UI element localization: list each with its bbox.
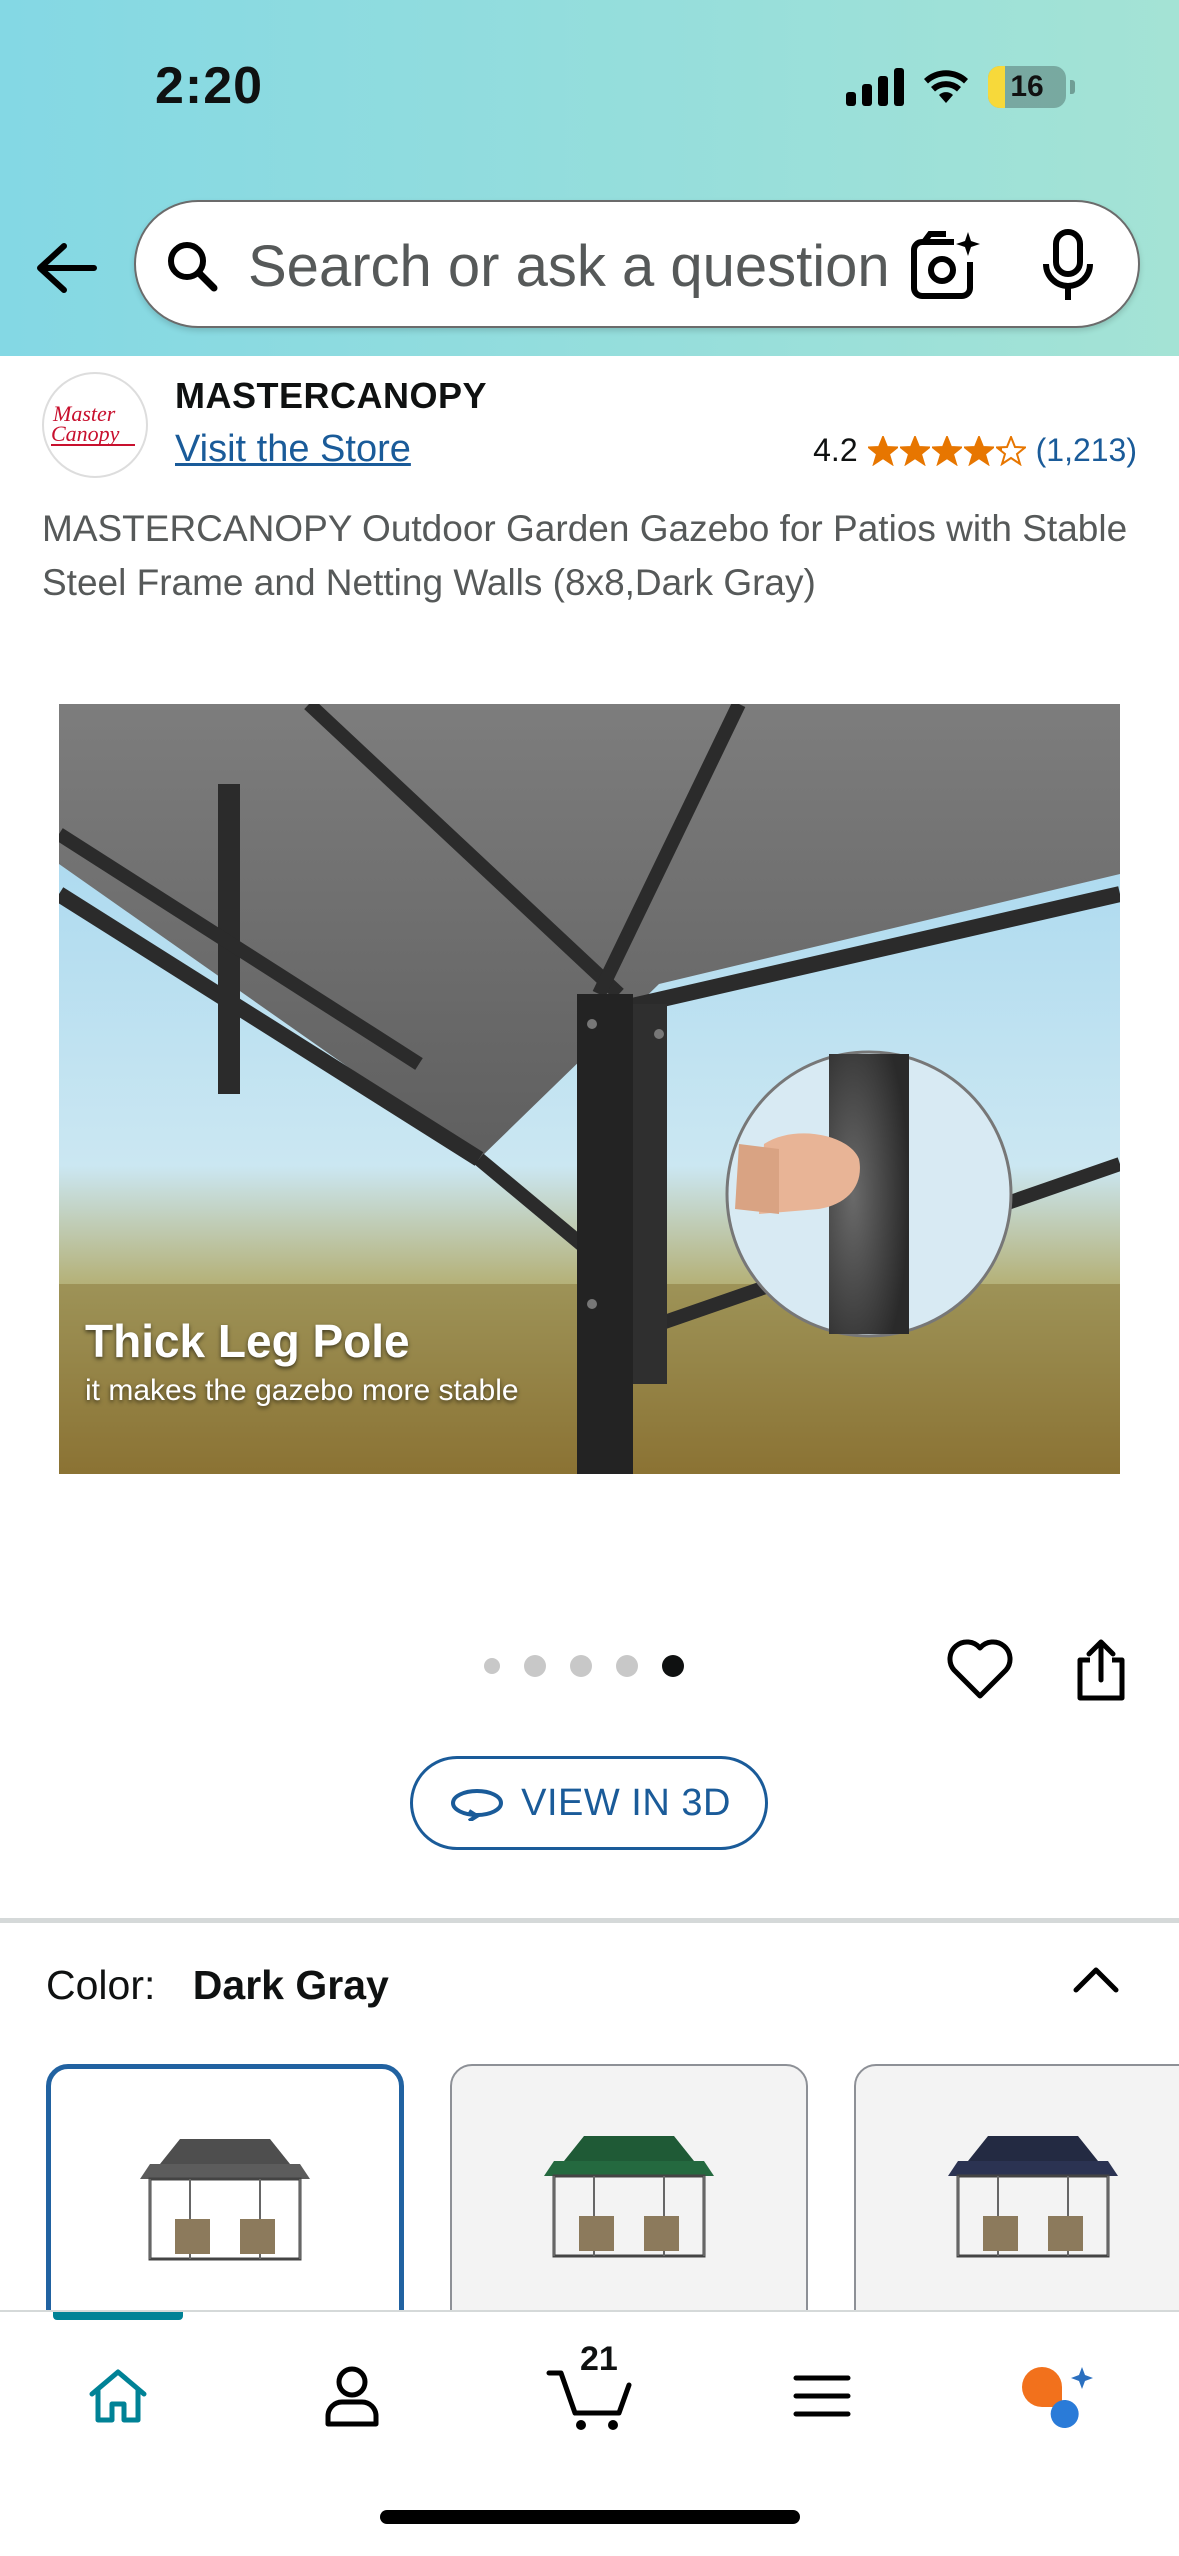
arrow-left-icon <box>37 243 97 293</box>
nav-home[interactable] <box>68 2348 168 2444</box>
brand-name: MASTERCANOPY <box>175 375 488 416</box>
search-input[interactable] <box>248 228 928 304</box>
carousel-dot[interactable] <box>616 1655 638 1677</box>
image-caption-title: Thick Leg Pole <box>85 1315 410 1367</box>
back-button[interactable] <box>30 232 102 304</box>
rufus-ai-icon <box>1022 2367 1093 2428</box>
rating-summary[interactable]: 4.2 (1,213) <box>813 432 1137 469</box>
cellular-signal-icon <box>846 68 904 106</box>
home-indicator <box>380 2510 800 2524</box>
svg-text:Canopy: Canopy <box>51 421 120 446</box>
app-header: 2:20 16 <box>0 0 1179 356</box>
mastercanopy-logo: Master Canopy <box>51 401 135 446</box>
carousel-dot[interactable] <box>570 1655 592 1677</box>
nav-cart[interactable]: 21 <box>540 2340 640 2444</box>
view-in-3d-button[interactable]: VIEW IN 3D <box>410 1756 768 1850</box>
nav-active-indicator <box>53 2312 183 2320</box>
wifi-icon <box>924 70 968 103</box>
color-selector-header[interactable]: Color: Dark Gray <box>46 1962 389 2009</box>
battery-nub <box>1070 80 1075 94</box>
product-title: MASTERCANOPY Outdoor Garden Gazebo for P… <box>42 508 1128 603</box>
visit-store-link[interactable]: Visit the Store <box>175 428 411 471</box>
star-icon <box>867 435 898 466</box>
rotate-3d-icon <box>451 1789 504 1821</box>
review-count[interactable]: (1,213) <box>1036 432 1137 469</box>
star-icon <box>995 435 1026 466</box>
color-swatch-dark-gray[interactable] <box>46 2064 404 2314</box>
carousel-dot-active[interactable] <box>662 1655 684 1677</box>
battery-level: 16 <box>1010 70 1044 103</box>
carousel-dot[interactable] <box>524 1655 546 1677</box>
search-bar[interactable] <box>134 200 1140 328</box>
gazebo-thumbnail <box>948 2136 1118 2258</box>
color-label: Color: <box>46 1962 156 2008</box>
gazebo-thumbnail <box>140 2139 310 2261</box>
image-caption-subtitle: it makes the gazebo more stable <box>85 1374 519 1407</box>
person-icon <box>325 2366 379 2427</box>
status-time: 2:20 <box>155 57 264 115</box>
nav-menu[interactable] <box>772 2348 872 2444</box>
microphone-icon[interactable] <box>1036 228 1100 304</box>
nav-account[interactable] <box>302 2348 402 2444</box>
chevron-up-icon[interactable] <box>1066 1958 1126 1998</box>
section-divider <box>0 1918 1179 1923</box>
product-image[interactable]: Thick Leg Pole it makes the gazebo more … <box>59 704 1120 1474</box>
color-selected-value: Dark Gray <box>192 1962 389 2008</box>
color-swatches <box>46 2064 1179 2314</box>
carousel-dot[interactable] <box>484 1658 500 1674</box>
view-in-3d-label: VIEW IN 3D <box>521 1781 731 1824</box>
color-swatch-green[interactable] <box>450 2064 808 2314</box>
share-icon[interactable] <box>1072 1636 1130 1704</box>
camera-lens-icon[interactable] <box>906 228 986 304</box>
menu-icon <box>793 2375 851 2417</box>
search-icon <box>168 242 218 292</box>
star-icon <box>899 435 930 466</box>
status-icons: 16 <box>846 62 1075 112</box>
star-icon <box>931 435 962 466</box>
star-icon <box>963 435 994 466</box>
home-icon <box>89 2369 147 2423</box>
brand-logo[interactable]: Master Canopy <box>42 372 148 478</box>
cart-count: 21 <box>580 2340 618 2378</box>
nav-rufus[interactable] <box>1008 2348 1108 2444</box>
heart-icon[interactable] <box>946 1638 1014 1702</box>
color-swatch-navy-blue[interactable] <box>854 2064 1179 2314</box>
gazebo-thumbnail <box>544 2136 714 2258</box>
rating-value: 4.2 <box>813 432 858 468</box>
image-carousel-dots[interactable] <box>484 1655 684 1677</box>
rating-stars <box>867 435 1026 466</box>
battery-icon: 16 <box>988 66 1066 108</box>
